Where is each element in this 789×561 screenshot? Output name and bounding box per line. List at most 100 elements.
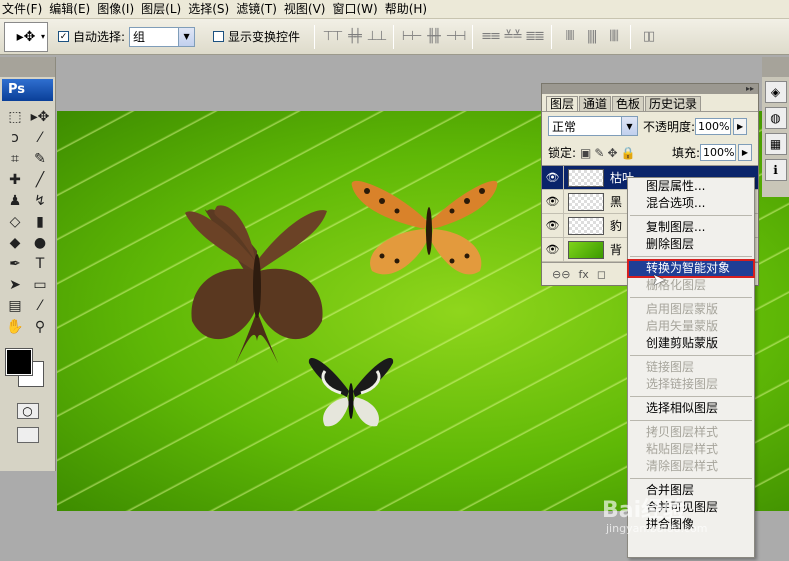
menu-item[interactable]: 选择(S) bbox=[186, 0, 234, 19]
quick-mask-button[interactable]: ○ bbox=[16, 403, 39, 419]
context-menu-item: 链接图层 bbox=[646, 360, 695, 374]
info-dock-icon[interactable]: ℹ bbox=[764, 159, 787, 181]
opacity-slider-button[interactable]: ▶ bbox=[733, 117, 748, 135]
eye-icon[interactable]: 👁 bbox=[542, 165, 564, 190]
layer-thumbnail bbox=[568, 216, 604, 235]
magic-wand-icon[interactable]: ⁄ bbox=[28, 128, 52, 148]
distribute-vcenter-icon[interactable]: ≚≚ bbox=[501, 27, 523, 47]
swatches-dock-icon[interactable]: ▦ bbox=[764, 133, 787, 155]
healing-brush-icon[interactable]: ✚ bbox=[3, 170, 27, 190]
tool-preset-picker[interactable]: ▸✥ ▾ bbox=[4, 21, 48, 52]
menu-item[interactable]: 滤镜(T) bbox=[234, 0, 282, 19]
foreground-color-swatch[interactable] bbox=[5, 348, 33, 376]
show-transform-option[interactable]: 显示变换控件 bbox=[213, 28, 300, 45]
context-menu-item[interactable]: 删除图层 bbox=[628, 236, 754, 253]
align-left-icon[interactable]: ⊢⊢ bbox=[400, 27, 423, 47]
mouse-cursor-icon: ➤ bbox=[652, 270, 666, 289]
crop-icon[interactable]: ⌗ bbox=[3, 149, 27, 169]
hand-icon[interactable]: ✋ bbox=[3, 317, 27, 337]
history-brush-icon[interactable]: ↯ bbox=[28, 191, 52, 211]
tab[interactable]: 色板 bbox=[612, 96, 645, 111]
context-menu-item[interactable]: 选择相似图层 bbox=[628, 400, 754, 417]
tab[interactable]: 通道 bbox=[579, 96, 612, 111]
distribute-left-icon[interactable]: ⫴⫴ bbox=[558, 27, 580, 47]
eyedropper-icon[interactable]: ⁄ bbox=[28, 296, 52, 316]
show-transform-label: 显示变换控件 bbox=[228, 30, 301, 44]
tool-grid: ⬚ ▸✥ ↄ ⁄ ⌗ ✎ ✚ ╱ ♟ ↯ ◇ ▮ ◆ ● ✒ T ➤ ▭ ▤ ⁄… bbox=[0, 101, 55, 343]
styles-dock-icon[interactable]: ◍ bbox=[764, 107, 787, 129]
fx-icon[interactable]: fx bbox=[578, 268, 588, 281]
tab[interactable]: 图层 bbox=[546, 96, 579, 111]
auto-select-checkbox[interactable]: ✓ bbox=[58, 31, 69, 42]
distribute-hcenter-icon[interactable]: ‖‖ bbox=[580, 27, 602, 47]
zoom-icon[interactable]: ⚲ bbox=[28, 317, 52, 337]
layers-dock-icon[interactable]: ◈ bbox=[764, 81, 787, 103]
shape-icon[interactable]: ▭ bbox=[28, 275, 52, 295]
tab[interactable]: 历史记录 bbox=[645, 96, 702, 111]
screen-mode-button[interactable] bbox=[16, 427, 39, 443]
context-menu-item[interactable]: 创建剪贴蒙版 bbox=[628, 335, 754, 352]
gradient-icon[interactable]: ▮ bbox=[28, 212, 52, 232]
blend-mode-dropdown[interactable]: 正常 ▼ bbox=[548, 116, 638, 136]
watermark-logo: Bai经验 bbox=[602, 498, 686, 523]
context-menu-item[interactable]: 图层属性... bbox=[628, 178, 754, 195]
lasso-icon[interactable]: ↄ bbox=[3, 128, 27, 148]
show-transform-checkbox[interactable] bbox=[213, 31, 225, 42]
path-select-icon[interactable]: ➤ bbox=[3, 275, 27, 295]
auto-select-dropdown[interactable]: 组 ▼ bbox=[129, 26, 196, 47]
clone-stamp-icon[interactable]: ♟ bbox=[3, 191, 27, 211]
watermark-url: jingyan.baidu.com bbox=[606, 522, 708, 535]
layer-thumbnail bbox=[568, 240, 604, 259]
menu-item[interactable]: 视图(V) bbox=[282, 0, 331, 19]
context-menu-item: 栅格化图层 bbox=[646, 278, 707, 292]
eye-icon[interactable]: 👁 bbox=[542, 189, 564, 214]
distribute-right-icon[interactable]: ⫼⫼ bbox=[602, 27, 624, 47]
menu-item[interactable]: 文件(F) bbox=[0, 0, 47, 19]
menu-separator bbox=[630, 420, 752, 421]
blur-icon[interactable]: ◆ bbox=[3, 233, 27, 253]
chevron-down-icon: ▼ bbox=[178, 27, 195, 46]
align-bottom-icon[interactable]: ⊥⊥ bbox=[365, 27, 388, 47]
pen-icon[interactable]: ✒ bbox=[3, 254, 27, 274]
context-menu-item[interactable]: 混合选项... bbox=[628, 195, 754, 212]
menu-item[interactable]: 图层(L) bbox=[139, 0, 186, 19]
panel-tabs: 图层 通道 色板 历史记录 bbox=[542, 94, 758, 112]
eye-icon[interactable]: 👁 bbox=[542, 237, 564, 262]
dock-grip[interactable] bbox=[762, 57, 789, 77]
fill-slider-button[interactable]: ▶ bbox=[738, 144, 752, 161]
lock-icons[interactable]: ▣✎✥🔒 bbox=[580, 146, 638, 160]
toolbox-grip[interactable] bbox=[0, 57, 55, 77]
rect-marquee-icon[interactable]: ⬚ bbox=[3, 107, 27, 127]
menu-item[interactable]: 窗口(W) bbox=[330, 0, 382, 19]
menu-item[interactable]: 帮助(H) bbox=[383, 0, 432, 19]
brush-icon[interactable]: ╱ bbox=[28, 170, 52, 190]
color-swatches bbox=[3, 347, 52, 395]
align-right-icon[interactable]: ⊣⊣ bbox=[444, 27, 467, 47]
link-layers-icon[interactable]: ⊖⊖ bbox=[552, 268, 570, 281]
opacity-input[interactable]: 100% bbox=[695, 117, 732, 135]
panel-title-bar[interactable]: ▸▸ bbox=[542, 84, 758, 94]
dodge-icon[interactable]: ● bbox=[28, 233, 52, 253]
blend-row: 正常 ▼ 不透明度: 100% ▶ bbox=[542, 112, 758, 140]
notes-icon[interactable]: ▤ bbox=[3, 296, 27, 316]
fill-input[interactable]: 100% bbox=[700, 144, 736, 161]
context-menu-item: 粘贴图层样式 bbox=[646, 442, 719, 456]
slice-icon[interactable]: ✎ bbox=[28, 149, 52, 169]
move-icon[interactable]: ▸✥ bbox=[28, 107, 52, 127]
auto-select-label: 自动选择: bbox=[73, 30, 126, 44]
convert-to-smart-object-item[interactable]: 转换为智能对象 bbox=[627, 259, 755, 278]
auto-align-icon[interactable]: ▯▯ bbox=[637, 27, 659, 47]
menu-item[interactable]: 编辑(E) bbox=[47, 0, 95, 19]
distribute-bottom-icon[interactable]: ≣≣ bbox=[523, 27, 545, 47]
align-top-icon[interactable]: ⊤⊤ bbox=[321, 27, 344, 47]
eraser-icon[interactable]: ◇ bbox=[3, 212, 27, 232]
context-menu-item[interactable]: 复制图层... bbox=[628, 219, 754, 236]
distribute-top-icon[interactable]: ≡≡ bbox=[479, 27, 501, 47]
add-mask-icon[interactable]: ◻ bbox=[597, 268, 606, 281]
menu-item[interactable]: 图像(I) bbox=[95, 0, 139, 19]
eye-icon[interactable]: 👁 bbox=[542, 213, 564, 238]
type-icon[interactable]: T bbox=[28, 254, 52, 274]
align-hcenter-icon[interactable]: ╫╫ bbox=[422, 27, 444, 47]
align-vcenter-icon[interactable]: ╪╪ bbox=[343, 27, 365, 47]
auto-select-option[interactable]: ✓ 自动选择: bbox=[58, 28, 125, 45]
